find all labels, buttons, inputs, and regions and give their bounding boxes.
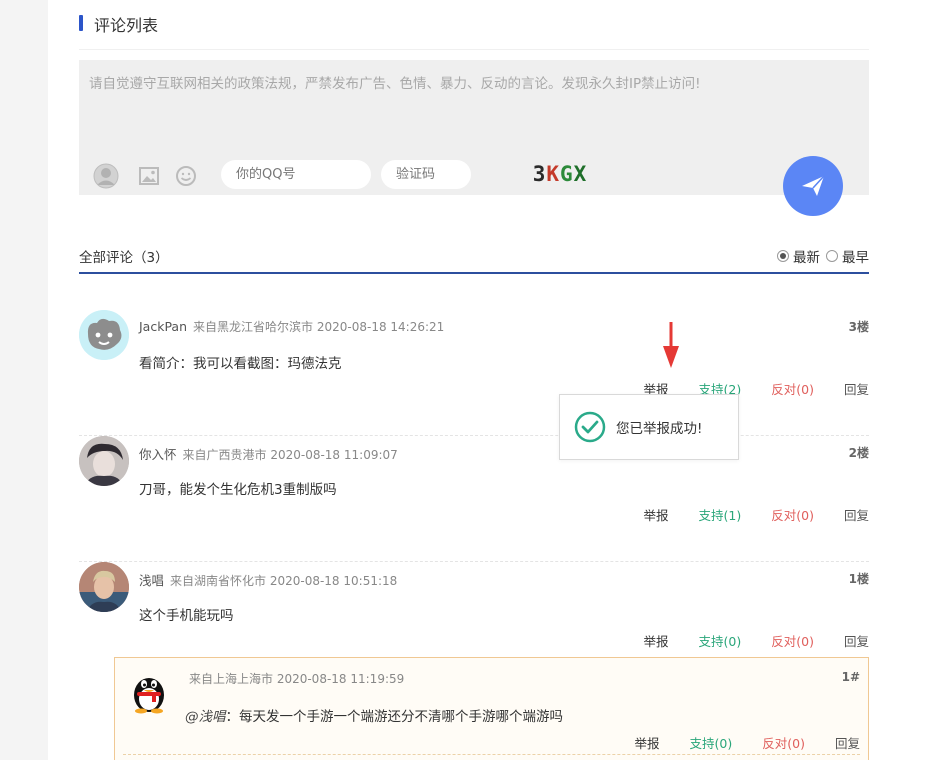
reply-button[interactable]: 回复 [844, 631, 869, 650]
sort-options: 最新 最早 [771, 246, 869, 266]
oppose-button[interactable]: 反对(0) [771, 505, 814, 524]
avatar[interactable] [79, 562, 129, 612]
avatar[interactable] [79, 310, 129, 360]
comment-author[interactable]: 你入怀 [139, 447, 177, 462]
section-title: 评论列表 [94, 16, 159, 35]
reply-actions: 举报 支持(0) 反对(0) 回复 [605, 733, 860, 752]
floor-number: 2楼 [848, 446, 869, 460]
comment-list-header: 全部评论（3） 最新 最早 [79, 232, 869, 274]
reply-divider [123, 754, 860, 755]
comment-author[interactable]: 浅唱 [139, 573, 164, 588]
comment-editor: 3 K G X [79, 60, 869, 216]
comment-text: 看简介：我可以看截图：玛德法克 [139, 356, 342, 372]
mention-link[interactable]: @浅唱 [185, 709, 226, 725]
support-button[interactable]: 支持(1) [699, 505, 742, 524]
arrow-down-icon [663, 322, 679, 372]
section-accent-bar [79, 15, 83, 31]
sort-newest[interactable]: 最新 [777, 246, 820, 266]
report-button[interactable]: 举报 [635, 733, 660, 752]
report-button[interactable]: 举报 [644, 505, 669, 524]
reply-item: 来自上海上海市 2020-08-18 11:19:59 1# @浅唱：每天发一个… [114, 657, 869, 760]
comment-actions: 举报 支持(0) 反对(0) 回复 [614, 631, 869, 650]
qq-penguin-avatar[interactable] [127, 670, 171, 714]
report-success-toast: 您已举报成功! [559, 394, 739, 460]
reply-button[interactable]: 回复 [844, 379, 869, 398]
comment-item: 你入怀 来自广西贵港市 2020-08-18 11:09:07 2楼 刀哥，能发个… [79, 436, 869, 562]
comment-meta: 浅唱 来自湖南省怀化市 2020-08-18 10:51:18 [139, 570, 397, 589]
reply-button[interactable]: 回复 [835, 733, 860, 752]
oppose-button[interactable]: 反对(0) [771, 631, 814, 650]
sort-oldest[interactable]: 最早 [826, 246, 869, 266]
comment-author[interactable]: JackPan [139, 319, 187, 334]
comment-text: 这个手机能玩吗 [139, 608, 234, 624]
left-gutter [0, 0, 48, 760]
comment-meta: 你入怀 来自广西贵港市 2020-08-18 11:09:07 [139, 444, 398, 463]
paper-plane-icon [802, 175, 825, 196]
captcha-char: 3 [532, 162, 547, 186]
avatar[interactable] [79, 436, 129, 486]
report-button[interactable]: 举报 [644, 631, 669, 650]
toast-message: 您已举报成功! [616, 421, 703, 437]
radio-unchecked[interactable] [826, 250, 838, 262]
image-icon[interactable] [136, 163, 162, 189]
check-circle-icon [574, 411, 606, 443]
comment-count: 全部评论（3） [79, 250, 169, 266]
comment-item: JackPan 来自黑龙江省哈尔滨市 2020-08-18 14:26:21 3楼… [79, 310, 869, 436]
section-header: 评论列表 [79, 0, 869, 50]
qq-number-input[interactable] [221, 160, 371, 189]
comment-actions: 举报 支持(1) 反对(0) 回复 [614, 505, 869, 524]
comment-text: 刀哥，能发个生化危机3重制版吗 [139, 482, 337, 498]
oppose-button[interactable]: 反对(0) [762, 733, 805, 752]
floor-number: 1楼 [848, 572, 869, 586]
captcha-char: K [546, 162, 560, 186]
captcha-image[interactable]: 3 K G X [519, 158, 601, 190]
captcha-char: X [573, 162, 588, 186]
sort-oldest-label: 最早 [842, 250, 869, 266]
radio-checked[interactable] [777, 250, 789, 262]
reply-button[interactable]: 回复 [844, 505, 869, 524]
reply-text: @浅唱：每天发一个手游一个端游还分不清哪个手游哪个端游吗 [185, 705, 563, 725]
captcha-char: G [560, 162, 574, 186]
oppose-button[interactable]: 反对(0) [771, 379, 814, 398]
reply-meta: 来自上海上海市 2020-08-18 11:19:59 [189, 672, 405, 686]
comment-textarea[interactable] [79, 60, 869, 148]
sort-newest-label: 最新 [793, 250, 820, 266]
comments-panel: 评论列表 3 K G X 全部评论（3） 最新 最早 [79, 0, 869, 760]
comment-location-time: 来自广西贵港市 2020-08-18 11:09:07 [182, 448, 398, 462]
send-button[interactable] [783, 156, 843, 216]
support-button[interactable]: 支持(0) [699, 631, 742, 650]
emoji-icon[interactable] [173, 163, 199, 189]
reply-floor-number: 1# [841, 670, 860, 684]
captcha-input[interactable] [381, 160, 471, 189]
floor-number: 3楼 [848, 320, 869, 334]
support-button[interactable]: 支持(0) [690, 733, 733, 752]
comment-meta: JackPan 来自黑龙江省哈尔滨市 2020-08-18 14:26:21 [139, 318, 444, 335]
avatar-icon[interactable] [93, 163, 119, 189]
comment-location-time: 来自湖南省怀化市 2020-08-18 10:51:18 [170, 574, 398, 588]
reply-content: ：每天发一个手游一个端游还分不清哪个手游哪个端游吗 [225, 709, 564, 725]
comment-location-time: 来自黑龙江省哈尔滨市 2020-08-18 14:26:21 [193, 320, 445, 334]
